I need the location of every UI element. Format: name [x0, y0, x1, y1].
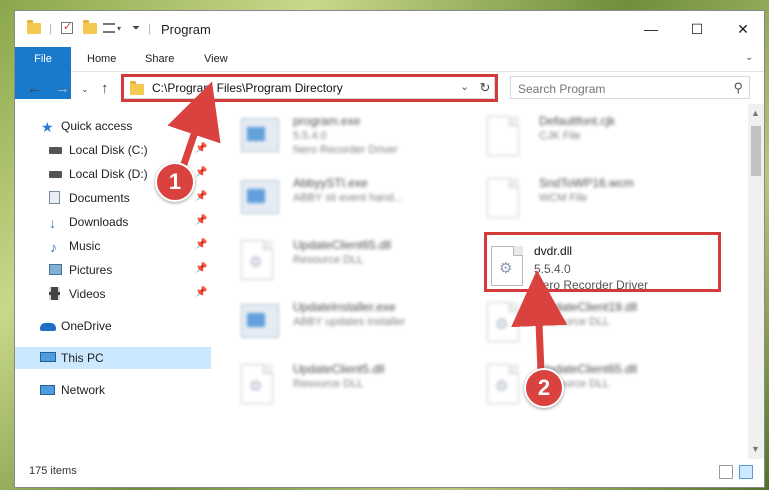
address-bar-highlight — [121, 74, 498, 102]
minimize-button[interactable]: — — [628, 11, 674, 47]
expand-ribbon-icon[interactable]: ⌄ — [745, 52, 753, 63]
pin-icon: 📌 — [195, 167, 208, 178]
dll-icon: ⚙ — [241, 364, 273, 404]
file-highlight — [484, 232, 721, 292]
network-icon — [40, 383, 55, 397]
close-button[interactable]: ✕ — [720, 11, 764, 47]
item-count: 175 items — [29, 465, 77, 477]
dll-icon: ⚙ — [487, 364, 519, 404]
explorer-window: | ✓ ▾ ⏷ | Program — ☐ ✕ File Home Share … — [14, 10, 765, 488]
title-bar: | ✓ ▾ ⏷ | Program — ☐ ✕ — [15, 11, 764, 47]
sidebar-item-onedrive[interactable]: OneDrive — [15, 315, 211, 337]
sidebar-item-local-disk-c[interactable]: Local Disk (C:) 📌 — [15, 139, 211, 161]
list-item[interactable]: ⚙ UpdateClient5.dll Resource DLL — [241, 360, 481, 412]
tab-home[interactable]: Home — [87, 47, 116, 71]
computer-icon — [40, 351, 56, 365]
app-icon — [241, 304, 279, 338]
documents-icon — [49, 191, 63, 205]
new-folder-icon[interactable] — [83, 19, 97, 37]
pin-icon: 📌 — [195, 263, 208, 274]
divider: | — [148, 21, 152, 35]
app-icon — [241, 180, 279, 214]
search-icon[interactable]: ⚲ — [733, 80, 743, 96]
folder-icon — [27, 19, 41, 37]
list-item[interactable]: UpdateInstaller.exe ABBY updates install… — [241, 298, 481, 350]
music-icon: ♪ — [50, 239, 57, 255]
list-item[interactable]: AbbyySTI.exe ABBY sti event hand... — [241, 174, 481, 226]
pin-icon: 📌 — [195, 287, 208, 298]
list-item[interactable]: SndToWP16.wcm WCM File — [487, 174, 727, 226]
sidebar-item-network[interactable]: Network — [15, 379, 211, 401]
properties-icon[interactable]: ✓ — [61, 19, 73, 37]
search-input[interactable] — [511, 77, 730, 100]
document-icon — [487, 178, 519, 218]
divider: | — [49, 21, 53, 35]
pin-icon: 📌 — [195, 215, 208, 226]
drive-icon — [49, 167, 63, 181]
tab-view[interactable]: View — [204, 47, 228, 71]
pictures-icon — [49, 263, 63, 277]
sidebar-item-downloads[interactable]: ↓ Downloads 📌 — [15, 211, 211, 233]
star-icon: ★ — [41, 119, 54, 135]
step-1-badge: 1 — [155, 162, 195, 202]
sidebar-item-pictures[interactable]: Pictures 📌 — [15, 259, 211, 281]
document-icon — [487, 116, 519, 156]
window-title: Program — [161, 22, 211, 37]
sidebar-item-videos[interactable]: Videos 📌 — [15, 283, 211, 305]
sidebar-item-this-pc[interactable]: This PC — [15, 347, 211, 369]
sidebar-item-quick-access[interactable]: ★ Quick access — [15, 115, 211, 137]
view-options-icon[interactable]: ▾ — [103, 19, 121, 37]
dll-icon: ⚙ — [487, 302, 519, 342]
tab-share[interactable]: Share — [145, 47, 174, 71]
large-icons-view-icon[interactable] — [739, 465, 753, 479]
sidebar-item-music[interactable]: ♪ Music 📌 — [15, 235, 211, 257]
list-item[interactable]: program.exe 5.5.4.0 Nero Recorder Driver — [241, 112, 481, 164]
step-2-badge: 2 — [524, 368, 564, 408]
recent-locations-icon[interactable]: ⌄ — [81, 84, 89, 95]
status-bar: 175 items — [15, 461, 764, 485]
back-icon[interactable]: ← — [27, 80, 42, 97]
pin-icon: 📌 — [195, 191, 208, 202]
scroll-up-icon[interactable]: ▲ — [751, 108, 760, 118]
cloud-icon — [40, 319, 56, 333]
search-box[interactable]: ⚲ — [510, 76, 750, 100]
app-icon — [241, 118, 279, 152]
pin-icon: 📌 — [195, 143, 208, 154]
up-icon[interactable]: ↑ — [101, 80, 109, 97]
list-item[interactable]: Defaultfont.cjk CJK File — [487, 112, 727, 164]
ribbon: File Home Share View ⌄ — [15, 47, 764, 99]
navigation-pane: ★ Quick access Local Disk (C:) 📌 Local D… — [15, 111, 211, 451]
download-icon: ↓ — [49, 215, 56, 231]
forward-icon[interactable]: → — [55, 80, 70, 97]
list-item[interactable]: ⚙ UpdateClient65.dll Resource DLL — [487, 360, 727, 412]
details-view-icon[interactable] — [719, 465, 733, 479]
maximize-button[interactable]: ☐ — [674, 11, 720, 47]
list-item[interactable]: ⚙ UpdateClient65.dll Resource DLL — [241, 236, 481, 288]
pin-icon: 📌 — [195, 239, 208, 250]
customize-toolbar-icon[interactable]: ⏷ — [132, 19, 140, 37]
drive-icon — [49, 143, 63, 157]
scroll-thumb[interactable] — [751, 126, 761, 176]
scroll-down-icon[interactable]: ▼ — [751, 444, 760, 454]
vertical-scrollbar[interactable]: ▲ ▼ — [748, 104, 764, 459]
videos-icon — [49, 287, 63, 301]
list-item[interactable]: ⚙ UpdateClient19.dll Resource DLL — [487, 298, 727, 350]
dll-icon: ⚙ — [241, 240, 273, 280]
